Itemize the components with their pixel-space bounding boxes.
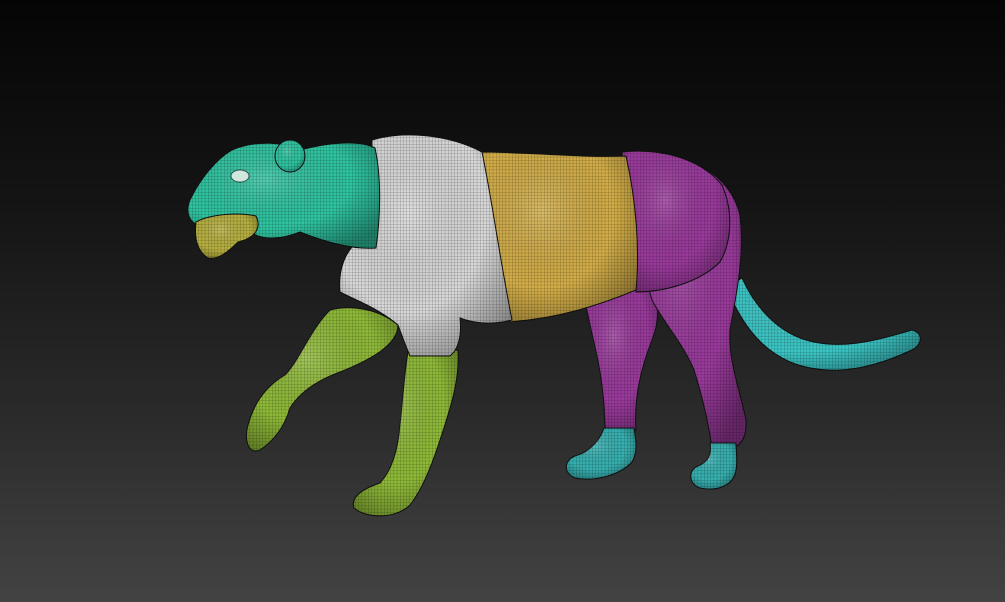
polygroup-head[interactable] <box>274 139 306 173</box>
polygroup-hindquarters[interactable] <box>584 284 659 433</box>
polygroup-hind-paws[interactable] <box>565 427 637 480</box>
polygroup-front-legs[interactable] <box>246 307 399 452</box>
eye <box>230 169 250 183</box>
model-canvas <box>187 134 921 517</box>
head-group[interactable] <box>187 139 381 259</box>
polygroup-hind-paws[interactable] <box>690 442 738 490</box>
polygroup-tail[interactable] <box>725 277 921 371</box>
3d-viewport[interactable] <box>0 0 1005 602</box>
far-hind-leg[interactable] <box>565 284 659 480</box>
polygroup-front-legs[interactable] <box>352 349 459 517</box>
polygroup-muzzle[interactable] <box>195 213 259 259</box>
tail-group[interactable] <box>725 277 921 371</box>
